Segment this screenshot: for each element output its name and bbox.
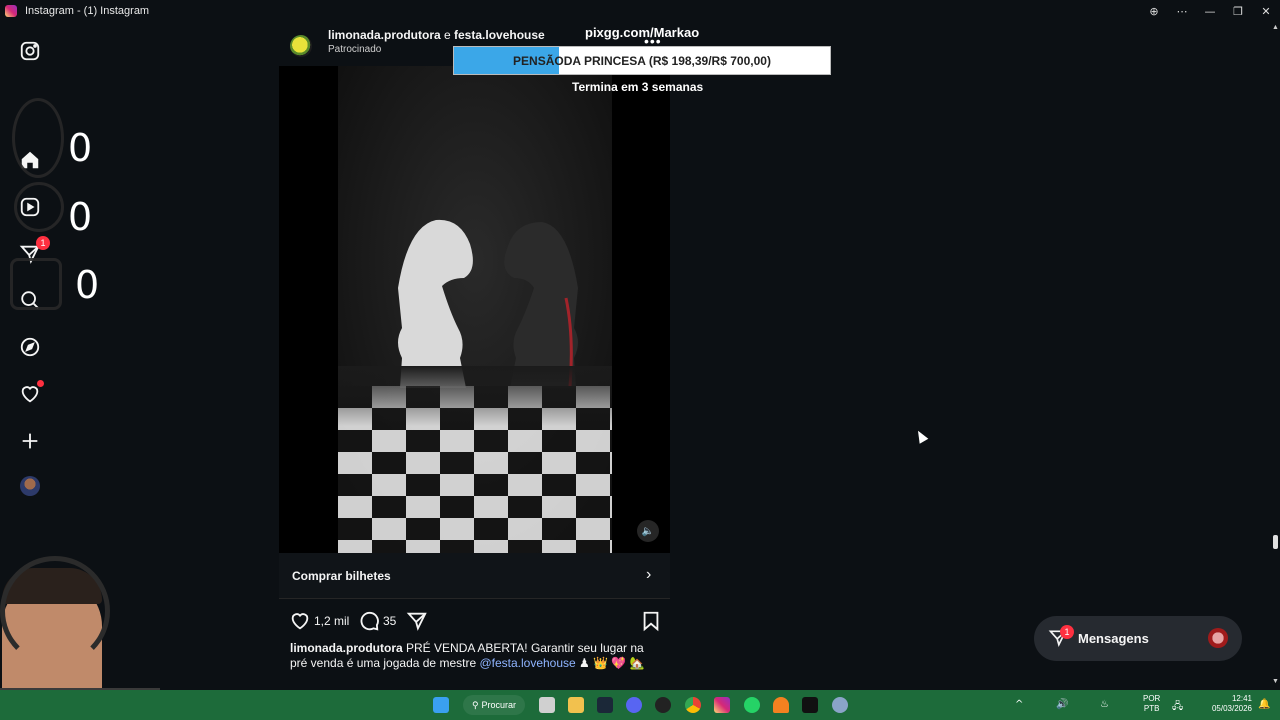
whatsapp-icon[interactable] bbox=[744, 697, 760, 713]
like-heart-icon[interactable] bbox=[289, 610, 311, 632]
overlay-ghost-shape bbox=[14, 182, 64, 232]
video-frame bbox=[338, 66, 612, 553]
post-header-accounts: limonada.produtora e festa.lovehouse bbox=[328, 28, 545, 42]
sponsored-label: Patrocinado bbox=[328, 44, 382, 55]
taskbar-clock[interactable]: 12:41 05/03/2026 bbox=[1206, 694, 1252, 714]
tray-overflow-icon[interactable]: ^ bbox=[1015, 699, 1023, 710]
donation-goal-highlight: PENSÃO bbox=[513, 53, 564, 68]
scroll-up-arrow-icon[interactable]: ▲ bbox=[1272, 24, 1279, 31]
windows-start-icon[interactable] bbox=[433, 697, 449, 713]
instagram-app-icon bbox=[5, 5, 17, 17]
obs-icon[interactable] bbox=[655, 697, 671, 713]
instagram-logo-icon[interactable] bbox=[18, 39, 42, 63]
file-explorer-icon[interactable] bbox=[568, 697, 584, 713]
bookmark-icon[interactable] bbox=[640, 610, 662, 632]
donation-goal-bar: PENSÃO DA PRINCESA (R$ 198,39/R$ 700,00) bbox=[453, 46, 831, 75]
caption-mention-link[interactable]: @festa.lovehouse bbox=[479, 656, 575, 670]
overlay-counter: 0 bbox=[68, 195, 93, 239]
cloudflare-icon[interactable] bbox=[773, 697, 789, 713]
caption-emojis: ♟ 👑 💖 🏡 bbox=[575, 656, 645, 670]
input-language-indicator[interactable]: POR PTB bbox=[1143, 694, 1160, 714]
terminal-app-icon[interactable] bbox=[802, 697, 818, 713]
create-icon[interactable] bbox=[18, 429, 42, 453]
instagram-taskbar-icon[interactable] bbox=[714, 697, 730, 713]
caption-username[interactable]: limonada.produtora bbox=[290, 641, 403, 655]
page-scrollbar[interactable]: ▲ ▼ bbox=[1270, 22, 1280, 690]
steam-icon[interactable] bbox=[597, 697, 613, 713]
mouse-cursor bbox=[913, 428, 929, 444]
post-account-avatar[interactable] bbox=[290, 35, 312, 57]
messages-label: Mensagens bbox=[1078, 631, 1149, 646]
window-controls: ⊕ ⋯ — ❐ ✕ bbox=[1140, 0, 1280, 22]
messages-pill-badge: 1 bbox=[1060, 625, 1074, 639]
discord-icon[interactable] bbox=[626, 697, 642, 713]
buy-tickets-button[interactable]: Comprar bilhetes bbox=[292, 569, 391, 583]
donation-goal-deadline: Termina em 3 semanas bbox=[572, 80, 704, 94]
taskbar-search-label: Procurar bbox=[481, 700, 517, 710]
taskbar-search[interactable]: ⚲ Procurar bbox=[463, 695, 525, 715]
clock-date: 05/03/2026 bbox=[1211, 704, 1252, 713]
tray-steam-icon[interactable]: ♨ bbox=[1100, 699, 1109, 710]
explore-icon[interactable] bbox=[18, 335, 42, 359]
speaker-icon[interactable]: 🔈 bbox=[637, 520, 659, 542]
lang-line2: PTB bbox=[1143, 704, 1160, 713]
notifications-icon[interactable] bbox=[18, 380, 44, 406]
tray-network-icon[interactable]: 🖧 bbox=[1172, 699, 1183, 716]
messages-contact-avatar bbox=[1208, 628, 1228, 648]
chevron-right-icon[interactable]: › bbox=[646, 566, 651, 584]
lang-line1: POR bbox=[1143, 694, 1161, 703]
scrollbar-thumb[interactable] bbox=[1273, 535, 1278, 549]
more-options-icon[interactable]: ⋯ bbox=[1168, 0, 1196, 22]
post-collaborator-link[interactable]: festa.lovehouse bbox=[454, 28, 545, 42]
post-caption: limonada.produtora PRÉ VENDA ABERTA! Gar… bbox=[290, 641, 650, 671]
post-account-link[interactable]: limonada.produtora bbox=[328, 28, 441, 42]
headset bbox=[0, 556, 110, 666]
settings-gear-icon[interactable] bbox=[832, 697, 848, 713]
notification-bell-icon[interactable]: 🔔 bbox=[1258, 699, 1270, 710]
overlay-counter: 0 bbox=[75, 263, 100, 307]
restore-button[interactable]: ❐ bbox=[1224, 0, 1252, 22]
chrome-icon[interactable] bbox=[685, 697, 701, 713]
post-media-video[interactable] bbox=[279, 66, 670, 553]
comment-icon[interactable] bbox=[358, 610, 380, 632]
minimize-button[interactable]: — bbox=[1196, 0, 1224, 22]
donation-url: pixgg.com/Markao bbox=[585, 25, 700, 40]
scroll-down-arrow-icon[interactable]: ▼ bbox=[1272, 678, 1279, 685]
messages-pill-button[interactable]: 1 Mensagens bbox=[1034, 616, 1242, 661]
notification-dot bbox=[37, 380, 44, 387]
overlay-counter: 0 bbox=[68, 126, 93, 170]
likes-count[interactable]: 1,2 mil bbox=[314, 614, 349, 628]
zoom-icon[interactable]: ⊕ bbox=[1140, 0, 1168, 22]
share-icon[interactable] bbox=[406, 610, 428, 632]
messages-badge: 1 bbox=[36, 236, 50, 250]
donation-goal-text: PENSÃO DA PRINCESA (R$ 198,39/R$ 700,00) bbox=[454, 47, 830, 74]
clock-time: 12:41 bbox=[1231, 694, 1252, 703]
overlay-ghost-shape bbox=[10, 258, 62, 310]
board-fade bbox=[338, 366, 612, 426]
donation-goal-label: DA PRINCESA (R$ 198,39/R$ 700,00) bbox=[563, 53, 771, 68]
search-icon: ⚲ bbox=[471, 699, 479, 710]
close-button[interactable]: ✕ bbox=[1252, 0, 1280, 22]
tray-volume-icon[interactable]: 🔊 bbox=[1056, 699, 1068, 710]
task-view-icon[interactable] bbox=[539, 697, 555, 713]
windows-taskbar: ⚲ Procurar ^ 🔊 ♨ POR PTB 🖧 12:41 05/03/2026… bbox=[0, 690, 1280, 720]
window-title: Instagram - (1) Instagram bbox=[25, 5, 150, 17]
post-conjunction: e bbox=[440, 28, 455, 42]
profile-avatar[interactable] bbox=[20, 476, 40, 496]
comments-count[interactable]: 35 bbox=[383, 614, 396, 628]
overlay-ghost-shape bbox=[12, 98, 64, 178]
window-titlebar: Instagram - (1) Instagram ⊕ ⋯ — ❐ ✕ bbox=[0, 0, 1280, 22]
